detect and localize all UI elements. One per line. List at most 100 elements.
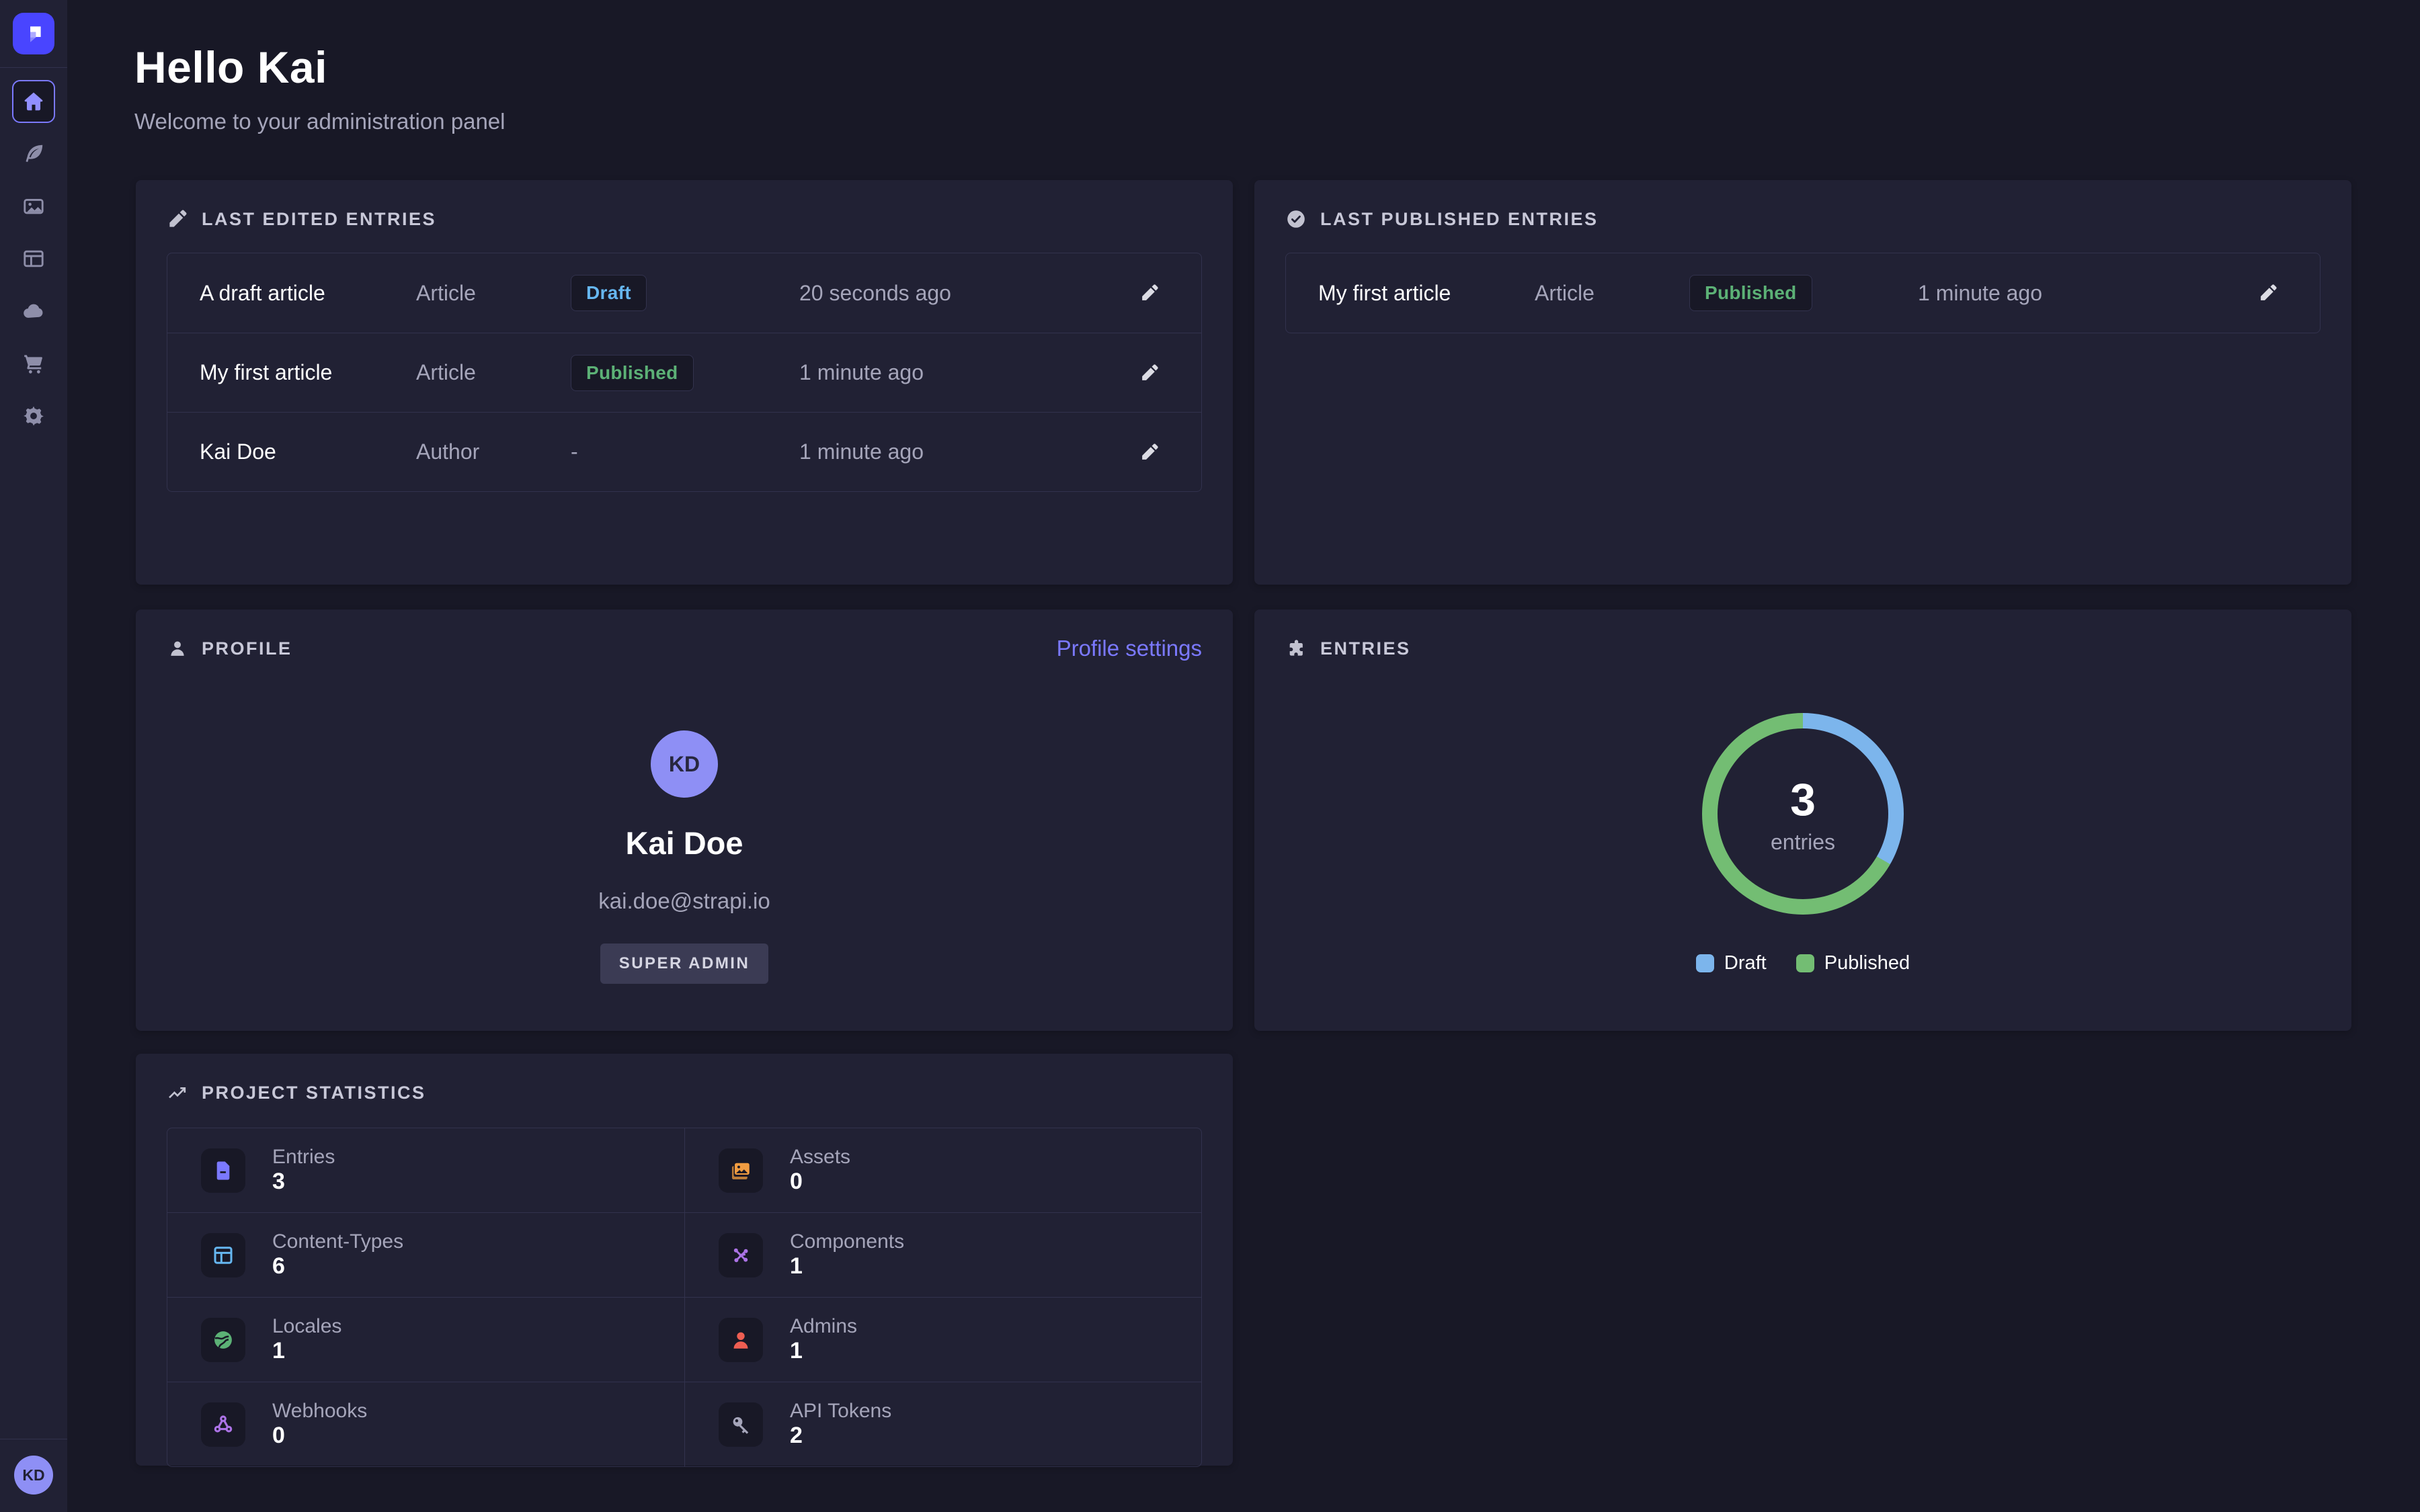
stat-label: Locales xyxy=(272,1315,341,1337)
strapi-logo[interactable] xyxy=(13,13,54,54)
stat-icon-tile xyxy=(201,1402,245,1447)
last-published-list: My first article Article Published 1 min… xyxy=(1285,253,2321,333)
user-icon xyxy=(729,1328,753,1352)
images-icon xyxy=(729,1159,753,1183)
stat-value: 0 xyxy=(790,1169,803,1194)
settings-gear-icon xyxy=(22,404,46,428)
stat-value: 3 xyxy=(272,1169,285,1194)
user-avatar[interactable]: KD xyxy=(14,1456,53,1495)
stat-icon-tile xyxy=(719,1318,763,1362)
edit-entry-button[interactable] xyxy=(2253,278,2284,308)
entry-name: My first article xyxy=(200,360,416,385)
entry-name: Kai Doe xyxy=(200,439,416,464)
stat-assets: Assets0 xyxy=(684,1128,1201,1212)
edit-entry-button[interactable] xyxy=(1134,358,1165,388)
stat-icon-tile xyxy=(719,1402,763,1447)
webhook-icon xyxy=(211,1413,235,1437)
check-circle-icon xyxy=(1285,208,1307,230)
sidebar-item-media-library[interactable] xyxy=(12,185,55,228)
panel-title: LAST PUBLISHED ENTRIES xyxy=(1320,209,1599,230)
edit-pencil-icon xyxy=(2258,283,2278,303)
legend-label: Published xyxy=(1824,952,1910,974)
stat-value: 6 xyxy=(272,1253,285,1279)
stat-api-tokens: API Tokens2 xyxy=(684,1382,1201,1466)
status-badge: Published xyxy=(571,355,694,391)
stat-admins: Admins1 xyxy=(684,1297,1201,1382)
stat-locales: Locales1 xyxy=(167,1297,684,1382)
sidebar-nav xyxy=(12,80,55,437)
table-row[interactable]: My first article Article Published 1 min… xyxy=(167,333,1201,412)
page-subtitle: Welcome to your administration panel xyxy=(134,109,506,134)
media-library-icon xyxy=(22,194,46,218)
stat-label: API Tokens xyxy=(790,1400,891,1422)
table-row[interactable]: Kai Doe Author - 1 minute ago xyxy=(167,412,1201,491)
project-statistics-panel: PROJECT STATISTICS Entries3 Assets0 Cont… xyxy=(136,1054,1233,1466)
stat-icon-tile xyxy=(201,1318,245,1362)
edit-entry-button[interactable] xyxy=(1134,278,1165,308)
sidebar-item-settings[interactable] xyxy=(12,394,55,437)
page-header: Hello Kai Welcome to your administration… xyxy=(134,42,506,134)
legend-label: Draft xyxy=(1724,952,1767,974)
stat-icon-tile xyxy=(201,1148,245,1193)
sidebar-item-content-manager[interactable] xyxy=(12,132,55,175)
profile-email: kai.doe@strapi.io xyxy=(598,888,770,914)
entry-name: A draft article xyxy=(200,281,416,306)
table-row[interactable]: A draft article Article Draft 20 seconds… xyxy=(167,253,1201,333)
globe-icon xyxy=(211,1328,235,1352)
stat-label: Assets xyxy=(790,1146,850,1168)
entry-type: Article xyxy=(1535,281,1689,306)
stat-icon-tile xyxy=(201,1233,245,1277)
stat-label: Components xyxy=(790,1230,904,1253)
stat-value: 1 xyxy=(790,1253,803,1279)
stat-value: 2 xyxy=(790,1423,803,1448)
panel-title: PROJECT STATISTICS xyxy=(202,1083,426,1103)
content-type-builder-icon xyxy=(22,247,46,271)
status-badge: Published xyxy=(1689,275,1812,311)
document-icon xyxy=(211,1159,235,1183)
panel-title: LAST EDITED ENTRIES xyxy=(202,209,436,230)
stat-icon-tile xyxy=(719,1148,763,1193)
page-title: Hello Kai xyxy=(134,42,506,93)
sidebar-item-marketplace[interactable] xyxy=(12,342,55,385)
entry-time: 1 minute ago xyxy=(799,439,1134,464)
last-published-entries-panel: LAST PUBLISHED ENTRIES My first article … xyxy=(1254,180,2351,585)
entry-time: 20 seconds ago xyxy=(799,281,1134,306)
last-edited-entries-panel: LAST EDITED ENTRIES A draft article Arti… xyxy=(136,180,1233,585)
pencil-icon xyxy=(167,208,188,230)
stat-value: 1 xyxy=(272,1338,285,1363)
panel-title: ENTRIES xyxy=(1320,638,1411,659)
profile-panel: PROFILE Profile settings KD Kai Doe kai.… xyxy=(136,610,1233,1031)
entry-type: Author xyxy=(416,439,571,464)
status-badge: Draft xyxy=(571,275,647,311)
last-edited-list: A draft article Article Draft 20 seconds… xyxy=(167,253,1202,492)
person-icon xyxy=(167,638,188,659)
edit-pencil-icon xyxy=(1139,442,1160,462)
entry-time: 1 minute ago xyxy=(1918,281,2253,306)
legend-item-draft[interactable]: Draft xyxy=(1696,952,1767,974)
puzzle-icon xyxy=(1285,638,1307,659)
nodes-icon xyxy=(729,1243,753,1267)
stat-components: Components1 xyxy=(684,1212,1201,1297)
home-icon xyxy=(22,89,46,114)
stat-label: Content-Types xyxy=(272,1230,403,1253)
stat-value: 0 xyxy=(272,1423,285,1448)
legend-swatch xyxy=(1796,954,1814,972)
stat-webhooks: Webhooks0 xyxy=(167,1382,684,1466)
profile-name: Kai Doe xyxy=(626,825,743,862)
sidebar-item-home[interactable] xyxy=(12,80,55,123)
sidebar-item-content-type-builder[interactable] xyxy=(12,237,55,280)
stat-content-types: Content-Types6 xyxy=(167,1212,684,1297)
sidebar-item-deploy[interactable] xyxy=(12,290,55,333)
profile-avatar: KD xyxy=(651,730,718,798)
chart-legend: Draft Published xyxy=(1696,952,1910,974)
table-row[interactable]: My first article Article Published 1 min… xyxy=(1286,253,2320,333)
legend-item-published[interactable]: Published xyxy=(1796,952,1910,974)
role-badge: SUPER ADMIN xyxy=(600,943,769,984)
key-icon xyxy=(729,1413,753,1437)
edit-entry-button[interactable] xyxy=(1134,437,1165,468)
stat-label: Admins xyxy=(790,1315,857,1337)
edit-pencil-icon xyxy=(1139,283,1160,303)
stat-label: Entries xyxy=(272,1146,335,1168)
profile-settings-link[interactable]: Profile settings xyxy=(1057,636,1202,661)
sidebar-divider xyxy=(0,67,67,68)
